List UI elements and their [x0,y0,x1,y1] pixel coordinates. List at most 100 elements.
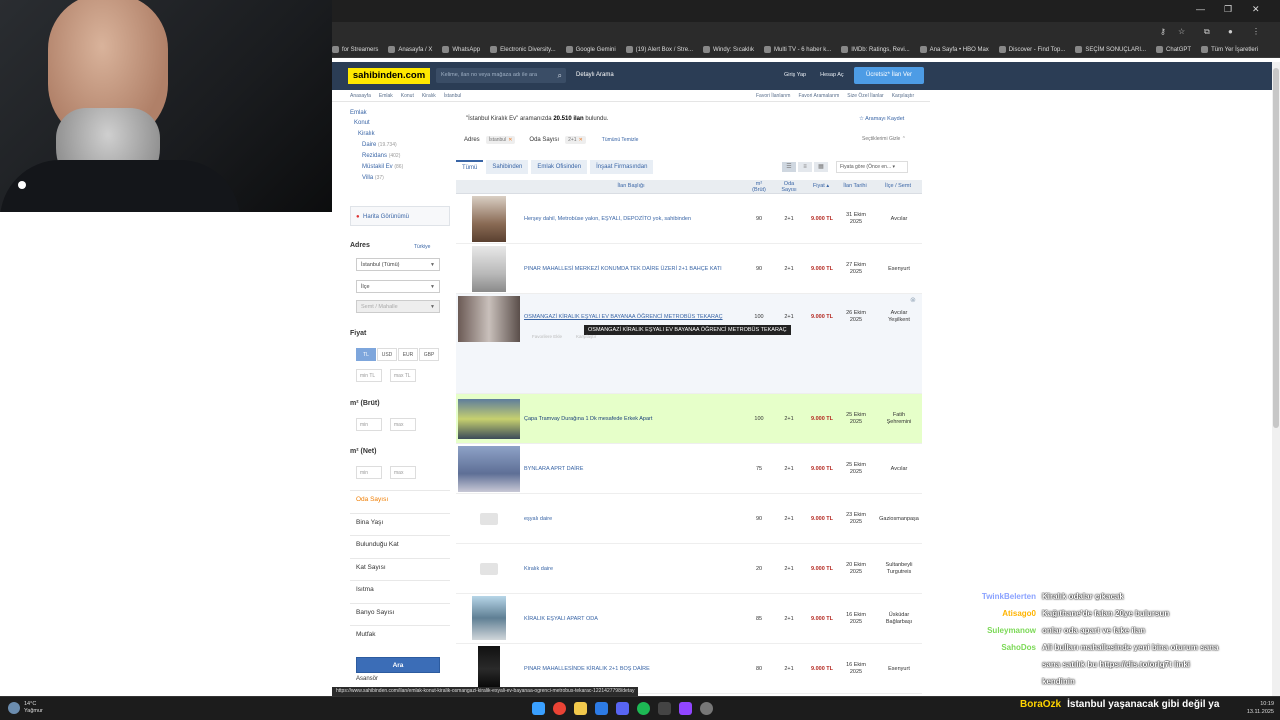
obs-icon[interactable] [700,702,713,715]
filter-item[interactable]: Mutfak [356,631,376,638]
close-icon[interactable]: ⊗ [910,296,916,304]
category-link[interactable]: Konut [354,120,370,126]
filter-item[interactable]: Bulunduğu Kat [356,541,399,548]
listing-thumbnail[interactable] [478,646,500,692]
hide-selected-link[interactable]: Seçtiklerimi Gizle ⌃ [862,136,906,142]
listing-thumbnail[interactable] [458,446,520,492]
compact-view-icon[interactable]: ≡ [798,162,812,172]
listing-title[interactable]: Çapa Tramvay Durağına 1 Dk mesafede Erke… [524,416,652,422]
bookmark-item[interactable]: Electronic Diversity... [490,46,556,53]
close-window-icon[interactable]: ✕ [1252,4,1260,15]
listing-title[interactable]: BYNLARA APRT DAİRE [524,466,583,472]
listing-title[interactable]: Kiralık daire [524,566,553,572]
table-row[interactable]: PINAR MAHALLESİ MERKEZİ KONUMDA TEK DAİR… [456,244,922,294]
breadcrumb-item[interactable]: Konut [401,93,414,99]
search-submit-button[interactable]: Ara [356,657,440,673]
search-input[interactable]: Kelime, ilan no veya mağaza adı ile ara … [436,68,566,83]
map-view-button[interactable]: ● Harita Görünümü [350,206,450,226]
country-label[interactable]: Türkiye [414,244,430,250]
table-row[interactable]: Kiralık daire 20 2+1 9.000 TL 20 Ekim 2025 Sul… [456,544,922,594]
listing-thumbnail[interactable] [472,596,506,640]
windows-start-icon[interactable] [532,702,545,715]
bookmark-item[interactable]: Anasayfa / X [388,46,432,53]
table-row[interactable]: BYNLARA APRT DAİRE 75 2+1 9.000 TL 25 Ekim 20… [456,444,922,494]
site-logo[interactable]: sahibinden.com [348,68,430,84]
bookmark-item[interactable]: WhatsApp [442,46,480,53]
col-price[interactable]: Fiyat ▴ [806,180,836,193]
currency-usd[interactable]: USD [377,348,397,361]
col-rooms[interactable]: Oda Sayısı [776,181,802,193]
save-search-link[interactable]: ☆ Aramayı Kaydet [859,116,904,122]
col-district[interactable]: İlçe / Semt [874,180,922,193]
top-link[interactable]: Favori İlanlarım [756,93,790,99]
menu-dots-icon[interactable]: ⋮ [1252,27,1260,36]
currency-tl[interactable]: TL [356,348,376,361]
district-select[interactable]: İlçe ▼ [356,280,440,293]
profile-icon[interactable]: ● [1228,27,1233,36]
bookmark-item[interactable]: Multi TV - 6 haber k... [764,46,831,53]
spotify-icon[interactable] [637,702,650,715]
m2-gross-min-input[interactable]: min [356,418,382,431]
bookmark-item[interactable]: (19) Alert Box / Stre... [625,46,693,53]
table-row[interactable]: eşyalı daire 90 2+1 9.000 TL 23 Ekim 2025 Gazi… [456,494,922,544]
epic-games-icon[interactable] [658,702,671,715]
scrollbar-thumb[interactable] [1273,68,1279,428]
m2-gross-max-input[interactable]: max [390,418,416,431]
category-link[interactable]: Kiralık [358,131,375,137]
category-link[interactable]: Villa (37) [362,175,384,181]
listing-thumbnail[interactable] [472,246,506,292]
maximize-icon[interactable]: ❐ [1224,4,1232,15]
table-row[interactable]: Herşey dahil, Metrobüse yakın, EŞYALI, D… [456,194,922,244]
category-link[interactable]: Rezidans (402) [362,153,400,159]
remove-filter-icon[interactable]: ✕ [579,137,583,143]
bookmark-item[interactable]: Google Gemini [565,46,616,53]
listing-title[interactable]: Herşey dahil, Metrobüse yakın, EŞYALI, D… [524,216,691,222]
filter-elevator[interactable]: Asansör [356,676,378,682]
tab-1[interactable]: Sahibinden [486,160,529,174]
bookmark-item[interactable]: ChatGPT [1156,46,1191,53]
breadcrumb-item[interactable]: Anasayfa [350,93,371,99]
bookmark-item[interactable]: Windy: Sıcaklık [703,46,754,53]
search-icon[interactable]: ⌕ [558,68,562,83]
price-max-input[interactable]: max TL [390,369,416,382]
chrome-icon[interactable] [553,702,566,715]
compare-link[interactable]: Karşılaştır [576,334,596,339]
tab-3[interactable]: İnşaat Firmasından [590,160,654,174]
listing-thumbnail[interactable] [458,296,520,342]
filter-item[interactable]: Oda Sayısı [356,496,388,503]
filter-chip-address[interactable]: İstanbul ✕ [485,136,516,144]
table-row[interactable]: Çapa Tramvay Durağına 1 Dk mesafede Erke… [456,394,922,444]
breadcrumb-item[interactable]: Emlak [379,93,393,99]
key-icon[interactable]: ⚷ [1160,27,1166,36]
listing-title[interactable]: PINAR MAHALLESİNDE KİRALIK 2+1 BOŞ DAİRE [524,666,650,672]
minimize-icon[interactable]: — [1196,4,1205,14]
currency-gbp[interactable]: GBP [419,348,439,361]
detailed-search-link[interactable]: Detaylı Arama [576,72,614,78]
bookmark-item[interactable]: for Streamers [332,46,378,53]
filter-item[interactable]: Bina Yaşı [356,519,383,526]
category-link[interactable]: Daire (19.734) [362,142,397,148]
sort-select[interactable]: Fiyata göre (Önce en... ▾ [836,161,908,173]
system-tray[interactable]: 10:19 13.11.2025 [1247,700,1274,716]
breadcrumb-item[interactable]: İstanbul [444,93,462,99]
listing-title[interactable]: KİRALIK EŞYALI APART ODA [524,616,598,622]
top-link[interactable]: Size Özel İlanlar [847,93,883,99]
twitch-icon[interactable] [679,702,692,715]
listing-thumbnail[interactable] [458,399,520,439]
price-min-input[interactable]: min TL [356,369,382,382]
breadcrumb-item[interactable]: Kiralık [422,93,436,99]
list-view-icon[interactable]: ☰ [782,162,796,172]
tab-0[interactable]: Tümü [456,160,484,174]
weather-widget[interactable]: 14°C Yağmur [8,701,43,715]
filter-item[interactable]: Banyo Sayısı [356,609,394,616]
bookmark-item[interactable]: Discover - Find Top... [998,46,1065,53]
extensions-icon[interactable]: ⧉ [1204,27,1210,37]
category-link[interactable]: Emlak [350,110,367,116]
bookmark-star-icon[interactable]: ☆ [1178,27,1185,36]
file-explorer-icon[interactable] [574,702,587,715]
filter-chip-rooms[interactable]: 2+1 ✕ [565,136,586,144]
listing-title[interactable]: eşyalı daire [524,516,552,522]
listing-thumbnail[interactable] [472,196,506,242]
col-title[interactable]: İlan Başlığı [576,180,686,193]
currency-eur[interactable]: EUR [398,348,418,361]
